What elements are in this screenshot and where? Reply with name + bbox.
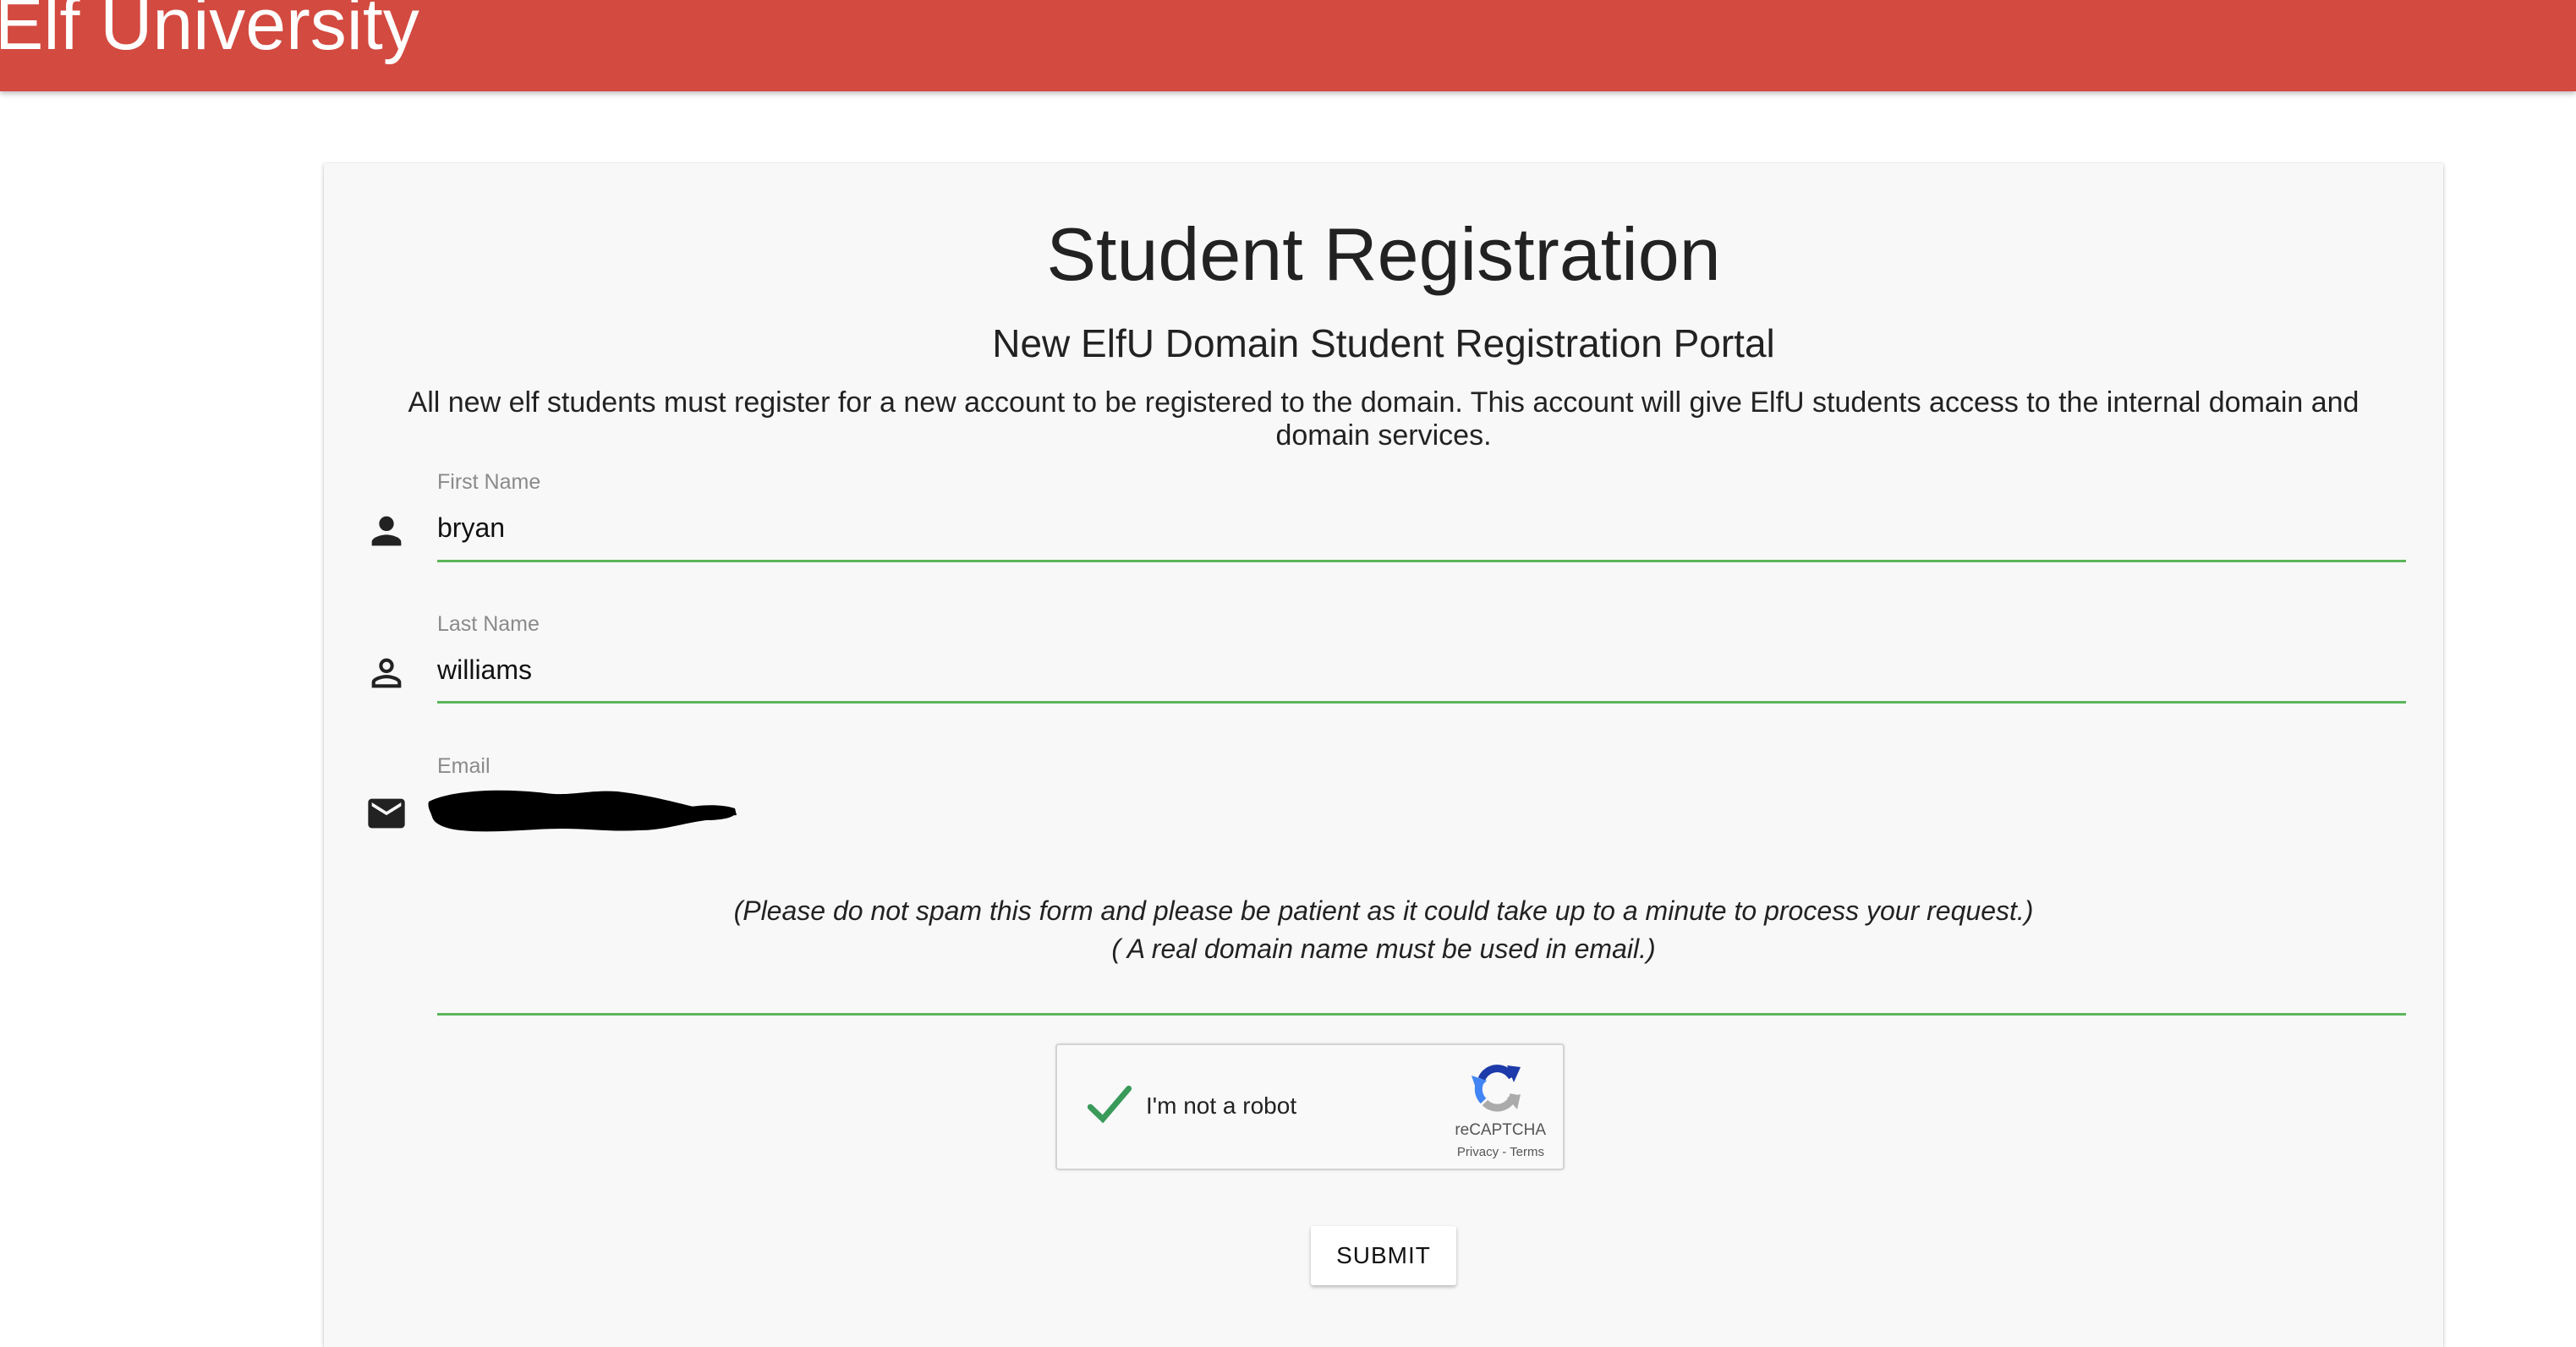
email-label: Email: [437, 754, 491, 778]
recaptcha-privacy-terms-link[interactable]: Privacy - Terms: [1457, 1145, 1544, 1159]
person-filled-icon: [371, 516, 402, 546]
last-name-label: Last Name: [437, 612, 540, 636]
redaction-scribble: [428, 790, 737, 832]
recaptcha-logo-icon: [1472, 1065, 1521, 1112]
recaptcha-widget[interactable]: I'm not a robot reCAPTCHA Privacy - Term…: [1055, 1043, 1565, 1170]
page-title: Student Registration: [1046, 212, 1721, 296]
registration-card: Student Registration New ElfU Domain Stu…: [324, 163, 2443, 1347]
email-underline: [437, 1013, 2406, 1016]
recaptcha-label: I'm not a robot: [1146, 1092, 1297, 1119]
first-name-label: First Name: [437, 470, 541, 494]
first-name-underline: [437, 560, 2406, 562]
checkmark-icon[interactable]: [1082, 1077, 1137, 1131]
domain-note: ( A real domain name must be used in ema…: [1111, 934, 1656, 964]
brand-title[interactable]: Elf University: [0, 0, 419, 61]
last-name-field[interactable]: Last Name williams: [324, 612, 2443, 722]
first-name-input[interactable]: bryan: [437, 512, 505, 544]
last-name-input[interactable]: williams: [437, 654, 532, 686]
spam-note: (Please do not spam this form and please…: [733, 895, 2034, 926]
submit-button[interactable]: SUBMIT: [1311, 1226, 1456, 1285]
top-app-bar: Elf University: [0, 0, 2576, 91]
email-field[interactable]: Email: [324, 754, 2443, 1016]
page-subtitle: New ElfU Domain Student Registration Por…: [992, 321, 1775, 365]
recaptcha-brand: reCAPTCHA: [1455, 1121, 1546, 1139]
mail-icon: [368, 798, 405, 829]
intro-text: All new elf students must register for a…: [408, 386, 2360, 452]
first-name-field[interactable]: First Name bryan: [324, 470, 2443, 580]
last-name-underline: [437, 701, 2406, 704]
person-outline-icon: [371, 658, 402, 688]
